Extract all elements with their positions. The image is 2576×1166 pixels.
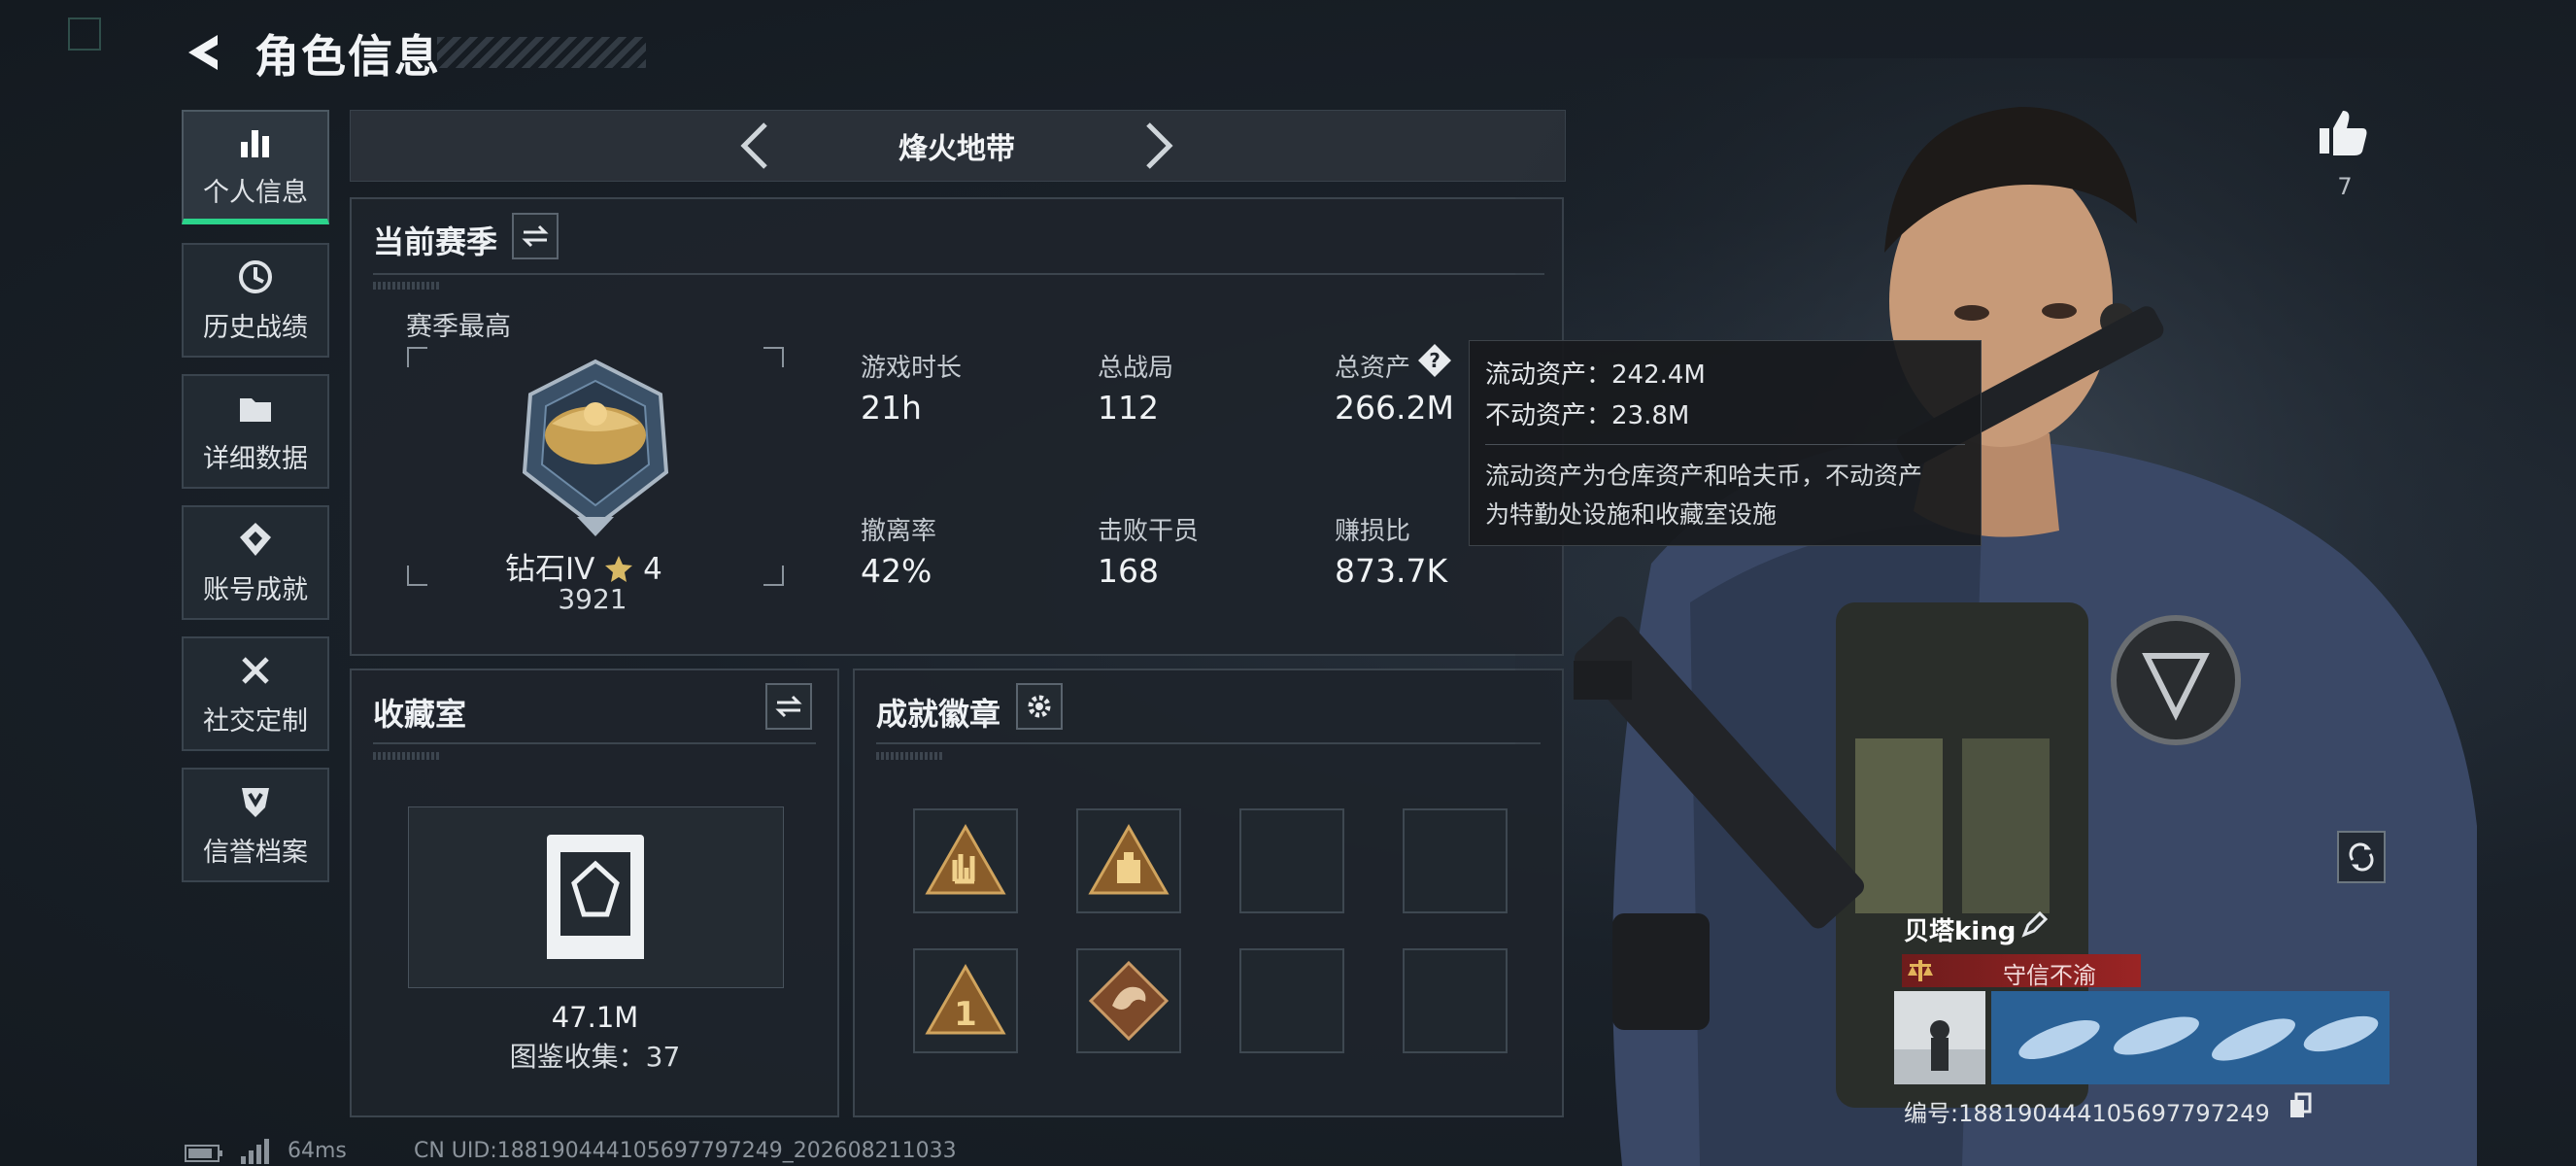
dragon-badge-icon bbox=[1088, 960, 1169, 1042]
badge-slot[interactable] bbox=[1076, 808, 1181, 913]
diamond-rank-emblem bbox=[522, 359, 669, 536]
sidebar-item-details[interactable]: 详细数据 bbox=[182, 374, 329, 489]
divider bbox=[373, 273, 1544, 275]
divider bbox=[876, 742, 1541, 744]
swap-icon bbox=[775, 695, 802, 718]
sidebar-item-social[interactable]: 社交定制 bbox=[182, 636, 329, 751]
help-icon[interactable]: ? bbox=[1416, 342, 1453, 379]
sidebar-item-label: 历史战绩 bbox=[203, 312, 308, 343]
chevron-left-icon[interactable] bbox=[736, 119, 775, 173]
display-case-icon bbox=[547, 835, 644, 959]
decoration-code bbox=[876, 752, 944, 760]
badge-slot-empty[interactable] bbox=[1239, 808, 1344, 913]
swap-icon bbox=[522, 224, 549, 248]
collection-value: 47.1M bbox=[551, 1001, 639, 1034]
chevron-right-icon[interactable] bbox=[1138, 119, 1177, 173]
stat-label-extract-rate: 撤离率 bbox=[861, 517, 937, 546]
bar-chart-icon bbox=[241, 129, 269, 157]
stat-value-extract-rate: 42% bbox=[861, 552, 932, 590]
loot-crate-badge-icon bbox=[1088, 823, 1169, 895]
sidebar-item-label: 账号成就 bbox=[203, 574, 308, 605]
folder-icon bbox=[240, 397, 271, 422]
collection-title: 收藏室 bbox=[373, 696, 467, 733]
stat-label-playtime: 游戏时长 bbox=[861, 354, 963, 383]
stat-label-matches: 总战局 bbox=[1098, 354, 1174, 383]
tools-icon bbox=[242, 656, 269, 684]
sidebar-item-label: 详细数据 bbox=[203, 443, 308, 474]
battery-icon bbox=[185, 1145, 222, 1162]
rank-score: 3921 bbox=[558, 583, 627, 615]
decoration-code bbox=[373, 282, 441, 290]
badge-slot-empty[interactable] bbox=[1403, 948, 1508, 1053]
star-icon bbox=[605, 556, 633, 582]
player-banner bbox=[1991, 991, 2390, 1084]
page-title: 角色信息 bbox=[254, 30, 441, 83]
assets-tooltip: 流动资产：242.4M 不动资产：23.8M 流动资产为仓库资产和哈夫币，不动资… bbox=[1469, 340, 1982, 546]
ping-readout: 64ms bbox=[288, 1139, 347, 1163]
player-id: 编号:18819044410569779724​9 bbox=[1904, 1100, 2270, 1127]
back-arrow-icon[interactable] bbox=[183, 29, 225, 76]
sidebar-item-achievements[interactable]: 账号成就 bbox=[182, 505, 329, 620]
player-name: 贝塔king bbox=[1904, 917, 2017, 946]
svg-text:?: ? bbox=[1429, 349, 1441, 372]
number-one-badge-icon: 1 bbox=[925, 963, 1006, 1035]
achievements-title: 成就徽章 bbox=[876, 696, 1001, 733]
account-uid: CN UID:18819044410569779​7249_2026082110… bbox=[414, 1139, 957, 1163]
season-best-label: 赛季最高 bbox=[406, 312, 511, 342]
stat-value-kills: 168 bbox=[1098, 552, 1159, 590]
badge-slot[interactable]: 1 bbox=[913, 948, 1018, 1053]
stat-value-assets: 266.2M bbox=[1335, 389, 1454, 427]
collection-swap-button[interactable] bbox=[765, 683, 812, 730]
sidebar-item-credit[interactable]: 信誉档案 bbox=[182, 768, 329, 882]
stat-value-playtime: 21h bbox=[861, 389, 922, 427]
stat-label-profit-ratio: 赚损比 bbox=[1335, 517, 1411, 546]
tooltip-fixed-assets: 不动资产：23.8M bbox=[1485, 401, 1690, 430]
copy-icon[interactable] bbox=[2288, 1092, 2312, 1119]
like-count: 7 bbox=[2337, 173, 2353, 200]
avatar[interactable] bbox=[1894, 991, 1985, 1084]
badge-slot-empty[interactable] bbox=[1239, 948, 1344, 1053]
sidebar-item-label: 信誉档案 bbox=[203, 837, 308, 868]
title-decoration bbox=[437, 37, 646, 68]
tooltip-divider bbox=[1485, 444, 1965, 445]
achievements-settings-button[interactable] bbox=[1016, 683, 1063, 730]
sidebar-item-label: 个人信息 bbox=[203, 177, 308, 208]
divider bbox=[373, 742, 816, 744]
badge-slot[interactable] bbox=[913, 808, 1018, 913]
tooltip-description-line1: 流动资产为仓库资产和哈夫币，不动资产 bbox=[1485, 462, 1923, 490]
credit-icon bbox=[242, 787, 269, 817]
rank-name: 钻石IV 4 bbox=[505, 552, 662, 587]
collection-count: 图鉴收集：37 bbox=[509, 1041, 681, 1073]
edit-icon[interactable] bbox=[2018, 911, 2048, 941]
refresh-icon bbox=[2349, 842, 2374, 872]
season-title: 当前赛季 bbox=[373, 223, 498, 260]
tooltip-description-line2: 为特勤处设施和收藏室设施 bbox=[1485, 500, 1778, 529]
achievement-icon bbox=[240, 522, 271, 556]
decoration-code bbox=[373, 752, 441, 760]
sidebar-item-history[interactable]: 历史战绩 bbox=[182, 243, 329, 358]
badge-slot-empty[interactable] bbox=[1403, 808, 1508, 913]
sidebar-item-profile[interactable]: 个人信息 bbox=[182, 110, 329, 224]
gear-icon bbox=[1028, 695, 1051, 718]
signal-icon bbox=[241, 1139, 269, 1164]
badge-slot[interactable] bbox=[1076, 948, 1181, 1053]
rock-hand-badge-icon bbox=[925, 823, 1006, 895]
swap-button[interactable] bbox=[512, 213, 559, 259]
thumbs-up-icon[interactable] bbox=[2316, 105, 2370, 159]
tooltip-liquid-assets: 流动资产：242.4M bbox=[1485, 360, 1706, 390]
scale-icon bbox=[1908, 960, 1933, 981]
mode-name: 烽火地带 bbox=[898, 132, 1015, 166]
honor-title: 守信不渝 bbox=[2003, 962, 2096, 989]
rotate-button[interactable] bbox=[2337, 831, 2386, 883]
collection-preview[interactable] bbox=[408, 806, 784, 988]
stat-value-profit-ratio: 873.7K bbox=[1335, 552, 1448, 590]
stat-label-assets: 总资产 bbox=[1335, 354, 1411, 383]
history-icon bbox=[239, 259, 272, 293]
stat-label-kills: 击败干员 bbox=[1098, 517, 1200, 546]
svg-text:1: 1 bbox=[954, 995, 977, 1034]
corner-marker bbox=[68, 17, 101, 51]
stat-value-matches: 112 bbox=[1098, 389, 1159, 427]
sidebar-item-label: 社交定制 bbox=[203, 705, 308, 737]
